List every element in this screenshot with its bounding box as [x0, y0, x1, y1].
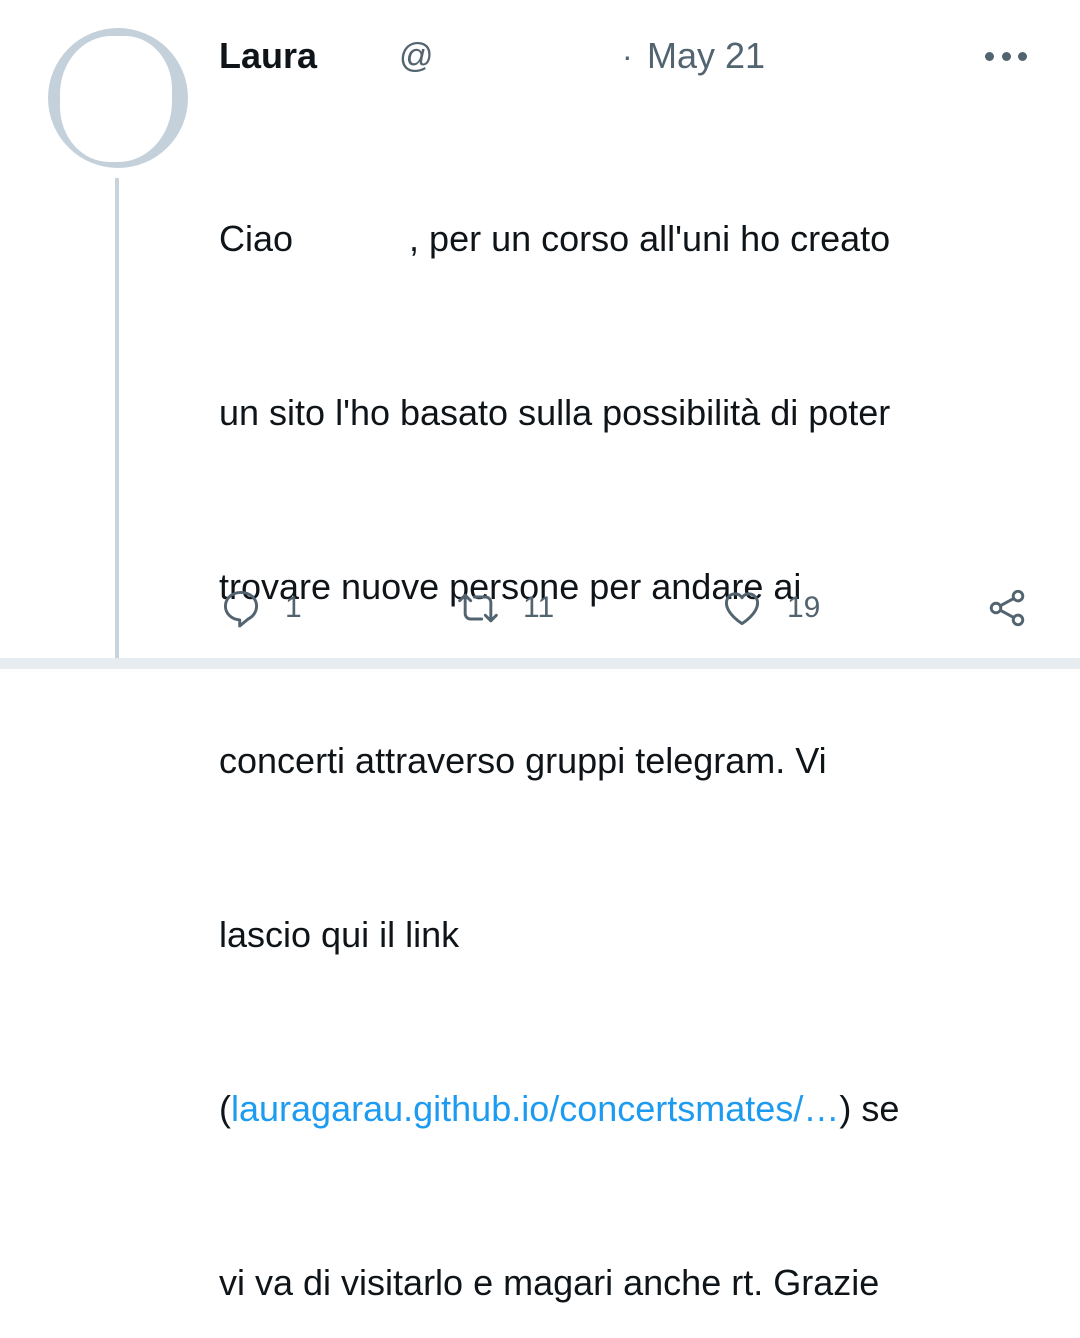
reply-count: 1 [285, 591, 302, 624]
tweet-header: Laura @ · May 21 [219, 34, 1039, 78]
thread-line [115, 178, 119, 658]
tweet-text-line-6: (lauragarau.github.io/concertsmates/…) s… [219, 1080, 1059, 1138]
tweet-actions: 1 11 19 [219, 582, 1039, 634]
avatar[interactable] [48, 28, 188, 168]
retweet-icon [458, 593, 498, 623]
author-name[interactable]: Laura [219, 34, 317, 78]
reply-button[interactable]: 1 [219, 582, 302, 634]
header-separator: · [622, 38, 633, 74]
retweet-button[interactable]: 11 [455, 582, 554, 634]
tweet-date[interactable]: May 21 [647, 34, 765, 78]
tweet-text-line-5: lascio qui il link [219, 914, 460, 955]
share-button[interactable] [985, 582, 1029, 634]
paren-open: ( [219, 1088, 231, 1129]
author-handle[interactable]: @ [399, 34, 434, 78]
more-horizontal-icon[interactable] [985, 46, 1027, 66]
tweet-link[interactable]: lauragarau.github.io/concertsmates/… [231, 1088, 839, 1129]
tweet-text: Ciao , per un corso all'uni ho creato un … [219, 94, 1059, 1338]
tweet-text-line-1: Ciao , per un corso all'uni ho creato [219, 210, 1059, 268]
tweet-text-line-2: un sito l'ho basato sulla possibilità di… [219, 392, 891, 433]
bottom-divider [0, 658, 1080, 669]
like-count: 19 [787, 591, 821, 624]
tweet-text-line-4: concerti attraverso gruppi telegram. Vi [219, 740, 827, 781]
paren-close: ) se [839, 1088, 900, 1129]
heart-icon [724, 592, 760, 626]
line-1-rest: , per un corso all'uni ho creato [409, 218, 891, 259]
retweet-count: 11 [523, 591, 555, 624]
share-icon [989, 589, 1025, 627]
avatar-redaction [60, 36, 172, 162]
reply-icon [223, 590, 259, 628]
tweet-text-line-7: vi va di visitarlo e magari anche rt. Gr… [219, 1262, 880, 1303]
greeting: Ciao [219, 218, 294, 259]
like-button[interactable]: 19 [719, 582, 820, 634]
